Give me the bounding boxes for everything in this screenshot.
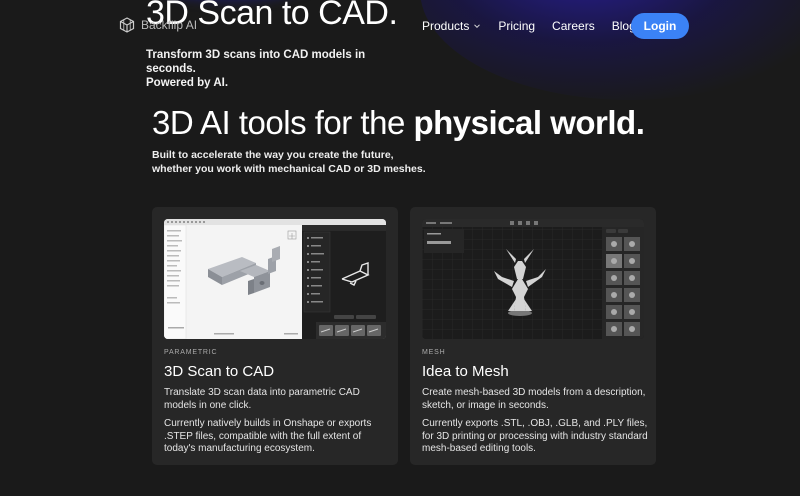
brand-logo[interactable]: Backflip AI	[119, 17, 197, 33]
section-subtitle: Built to accelerate the way you create t…	[152, 149, 452, 176]
card-details: Currently exports .STL, .OBJ, .GLB, and …	[422, 418, 648, 454]
nav-products[interactable]: Products	[422, 19, 481, 33]
cad-app-screenshot	[164, 219, 386, 339]
card-tag: MESH	[422, 349, 446, 356]
card-description: Create mesh-based 3D models from a descr…	[422, 387, 646, 411]
nav-products-label: Products	[422, 19, 470, 33]
login-button[interactable]: Login	[631, 13, 689, 39]
cube-logo-icon	[119, 17, 135, 33]
mesh-app-illustration	[422, 219, 644, 339]
section-title-light: 3D AI tools for the	[152, 104, 414, 141]
card-idea-to-mesh[interactable]: MESH Idea to Mesh Create mesh-based 3D m…	[410, 207, 656, 465]
card-tag: PARAMETRIC	[164, 349, 218, 356]
card-description: Translate 3D scan data into parametric C…	[164, 387, 360, 411]
card-details: Currently natively builds in Onshape or …	[164, 418, 372, 454]
section-subtitle-line-2: whether you work with mechanical CAD or …	[152, 162, 426, 175]
section-title: 3D AI tools for the physical world.	[152, 104, 645, 142]
mesh-app-screenshot	[422, 219, 644, 339]
hero-subtitle-line-1: Transform 3D scans into CAD models in se…	[146, 49, 366, 75]
chevron-down-icon	[474, 24, 481, 29]
card-scan-to-cad[interactable]: PARAMETRIC 3D Scan to CAD Translate 3D s…	[152, 207, 398, 465]
section-subtitle-line-1: Built to accelerate the way you create t…	[152, 149, 394, 161]
card-title: Idea to Mesh	[422, 363, 509, 380]
hero-subtitle: Transform 3D scans into CAD models in se…	[146, 48, 406, 90]
card-title: 3D Scan to CAD	[164, 363, 275, 380]
brand-name: Backflip AI	[141, 18, 198, 32]
nav-careers[interactable]: Careers	[552, 19, 595, 33]
nav-pricing[interactable]: Pricing	[498, 19, 535, 33]
cad-app-illustration	[164, 219, 386, 339]
section-title-bold: physical world.	[413, 104, 645, 141]
main-nav: Products Pricing Careers Blog	[422, 12, 636, 40]
hero-subtitle-line-2: Powered by AI.	[146, 77, 229, 89]
